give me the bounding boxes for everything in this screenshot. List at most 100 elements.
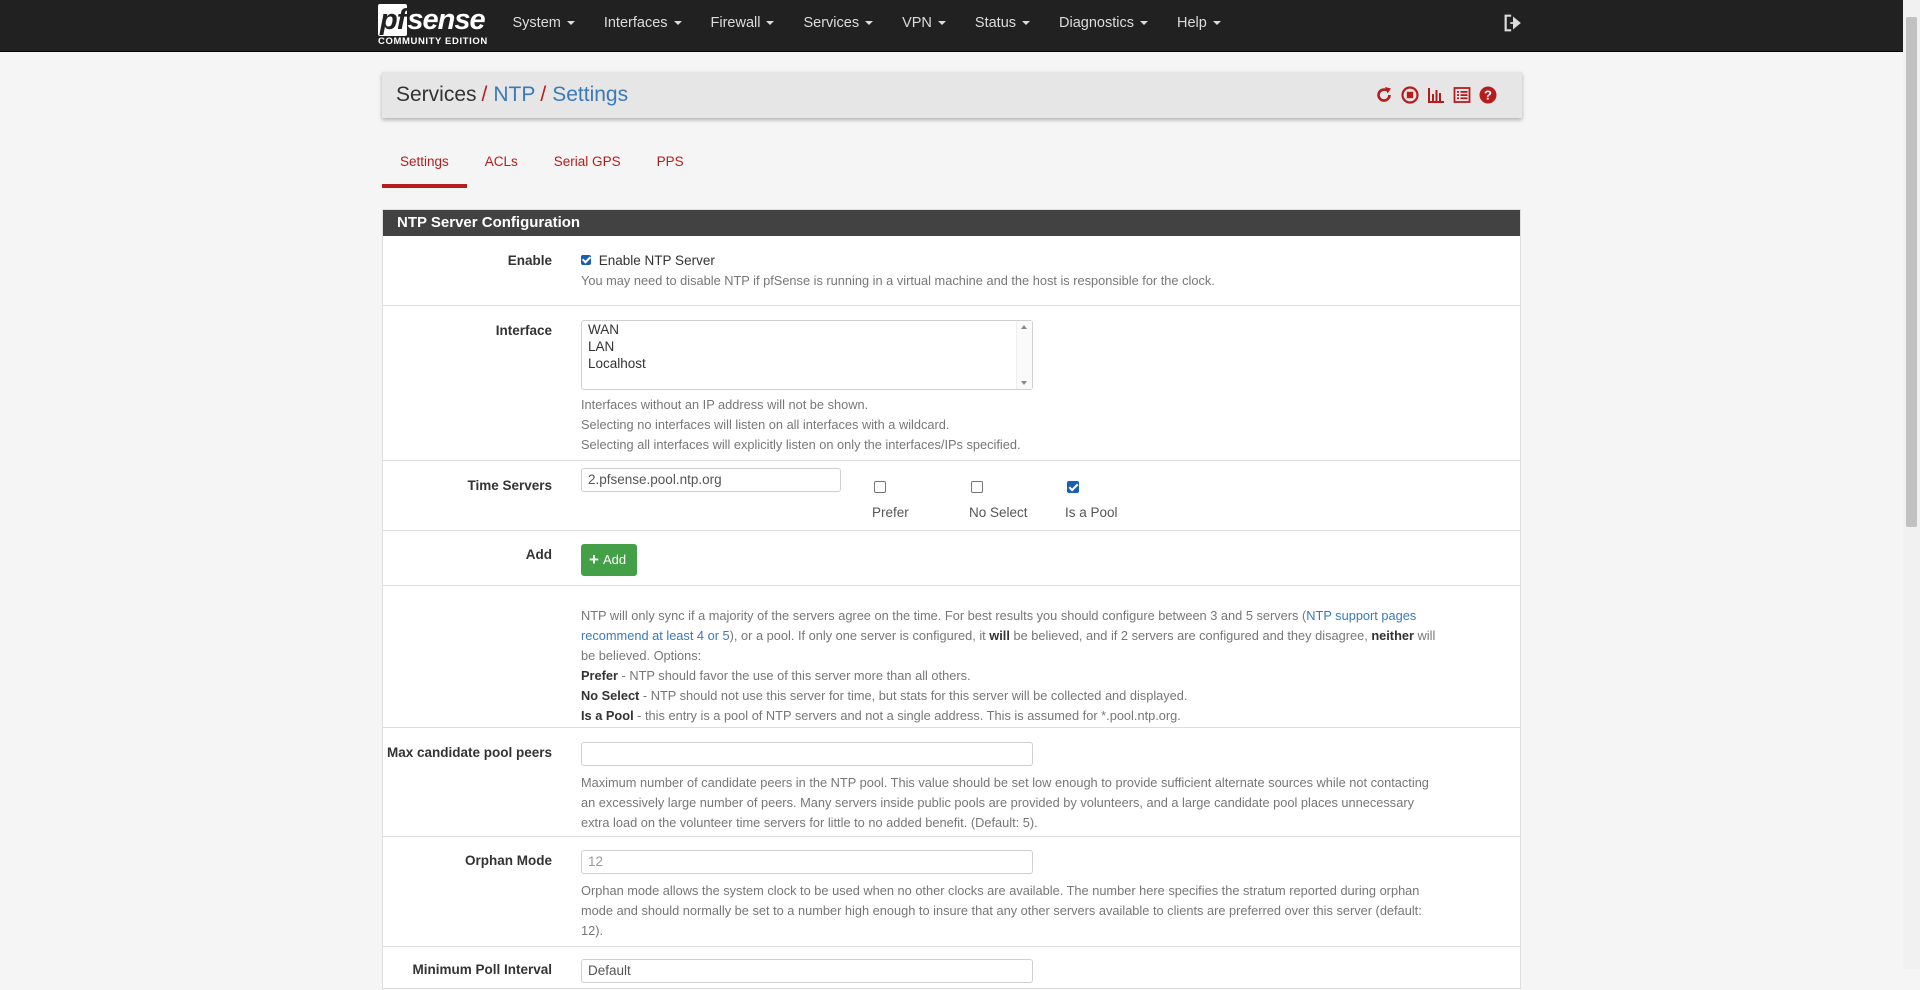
breadcrumb-ntp-link[interactable]: NTP xyxy=(493,83,535,106)
help-text: - this entry is a pool of NTP servers an… xyxy=(633,708,1181,723)
help-line: an excessively large number of peers. Ma… xyxy=(581,795,1414,810)
caret-down-icon xyxy=(1212,21,1221,26)
time-servers-row: Time Servers 2.pfsense.pool.ntp.org Pref… xyxy=(383,460,1520,530)
help-text: - NTP should not use this server for tim… xyxy=(639,688,1188,703)
help-bold: No Select xyxy=(581,688,640,703)
time-server-input[interactable]: 2.pfsense.pool.ntp.org xyxy=(581,468,841,492)
max-peers-label: Max candidate pool peers xyxy=(386,745,552,760)
orphan-mode-help: Orphan mode allows the system clock to b… xyxy=(581,881,1516,941)
orphan-mode-row: Orphan Mode 12 Orphan mode allows the sy… xyxy=(383,836,1520,946)
help-text: - NTP should favor the use of this serve… xyxy=(618,668,971,683)
tab-pps[interactable]: PPS xyxy=(639,146,702,188)
scroll-down-icon[interactable] xyxy=(1021,381,1027,385)
menu-vpn[interactable]: VPN xyxy=(888,0,961,46)
max-peers-help: Maximum number of candidate peers in the… xyxy=(581,773,1516,833)
ntp-config-panel: NTP Server Configuration Enable Enable N… xyxy=(382,209,1521,989)
top-navbar: pfsense COMMUNITY EDITION System Interfa… xyxy=(0,0,1920,52)
restart-service-icon[interactable] xyxy=(1374,85,1394,105)
breadcrumb-settings-link[interactable]: Settings xyxy=(552,83,628,106)
interface-option-lan[interactable]: LAN xyxy=(582,338,1032,355)
prefer-checkbox[interactable] xyxy=(874,481,886,494)
log-icon[interactable] xyxy=(1452,85,1472,105)
help-line: 12). xyxy=(581,923,604,938)
help-icon[interactable]: ? xyxy=(1478,85,1498,105)
menu-system[interactable]: System xyxy=(498,0,589,46)
scroll-up-icon[interactable] xyxy=(1021,325,1027,329)
add-server-button[interactable]: + Add xyxy=(581,544,637,576)
help-bold: neither xyxy=(1371,628,1414,643)
help-text: NTP will only sync if a majority of the … xyxy=(581,608,1307,623)
help-line: recommend at least 4 or 5), or a pool. I… xyxy=(581,626,1511,646)
menu-label: Status xyxy=(974,15,1017,31)
header-action-icons: ? xyxy=(1374,85,1498,105)
interface-help-line: Selecting no interfaces will listen on a… xyxy=(581,417,950,432)
interface-listbox[interactable]: WAN LAN Localhost xyxy=(581,320,1033,390)
noselect-checkbox[interactable] xyxy=(971,481,983,494)
stop-service-icon[interactable] xyxy=(1400,85,1420,105)
menu-status[interactable]: Status xyxy=(960,0,1044,46)
tab-serial-gps[interactable]: Serial GPS xyxy=(536,146,639,188)
plus-icon: + xyxy=(589,550,599,569)
caret-down-icon xyxy=(673,21,682,26)
ntp-support-link-cont[interactable]: recommend at least 4 or 5 xyxy=(581,628,730,643)
menu-label: Services xyxy=(803,15,860,31)
menu-help[interactable]: Help xyxy=(1162,0,1235,46)
help-line: Prefer - NTP should favor the use of thi… xyxy=(581,666,1511,686)
enable-ntp-checkbox-label: Enable NTP Server xyxy=(598,252,715,268)
enable-label: Enable xyxy=(507,253,552,268)
is-a-pool-checkbox[interactable] xyxy=(1067,481,1079,494)
interface-row: Interface WAN LAN Localhost Interfaces w… xyxy=(383,305,1520,460)
min-poll-select[interactable]: Default xyxy=(581,959,1033,983)
add-button-label: Add xyxy=(602,552,627,567)
panel-title: NTP Server Configuration xyxy=(383,210,1520,236)
graph-icon[interactable] xyxy=(1426,85,1446,105)
add-row: Add + Add xyxy=(383,530,1520,585)
pool-option: Is a Pool xyxy=(1065,479,1118,520)
listbox-scrollbar[interactable] xyxy=(1016,321,1032,389)
prefer-option: Prefer xyxy=(872,479,909,520)
help-line: Is a Pool - this entry is a pool of NTP … xyxy=(581,706,1511,726)
noselect-label: No Select xyxy=(969,505,1028,520)
interface-help: Interfaces without an IP address will no… xyxy=(581,395,1021,455)
enable-row: Enable Enable NTP Server You may need to… xyxy=(383,236,1520,305)
scrollbar-thumb[interactable] xyxy=(1906,17,1917,527)
caret-down-icon xyxy=(865,21,874,26)
help-line: mode and should normally be set to a num… xyxy=(581,903,1422,918)
ntp-support-link[interactable]: NTP support pages xyxy=(1306,608,1416,623)
caret-down-icon xyxy=(566,21,575,26)
orphan-mode-input[interactable]: 12 xyxy=(581,850,1033,874)
menu-firewall[interactable]: Firewall xyxy=(696,0,789,46)
menu-interfaces[interactable]: Interfaces xyxy=(589,0,696,46)
logo-wordmark: pfsense xyxy=(378,4,486,36)
pool-label: Is a Pool xyxy=(1065,505,1118,520)
enable-ntp-checkbox[interactable] xyxy=(581,255,591,266)
tab-settings[interactable]: Settings xyxy=(382,146,467,188)
caret-down-icon xyxy=(766,21,775,26)
breadcrumb: Services / NTP / Settings xyxy=(396,72,628,118)
interface-option-wan[interactable]: WAN xyxy=(582,321,1032,338)
breadcrumb-separator: / xyxy=(481,83,488,106)
tab-acls[interactable]: ACLs xyxy=(467,146,536,188)
interface-option-localhost[interactable]: Localhost xyxy=(582,355,1032,372)
help-bold: Is a Pool xyxy=(581,708,634,723)
help-text: ), or a pool. If only one server is conf… xyxy=(729,628,990,643)
interface-help-line: Selecting all interfaces will explicitly… xyxy=(581,437,1021,452)
menu-diagnostics[interactable]: Diagnostics xyxy=(1045,0,1163,46)
page-scrollbar[interactable] xyxy=(1903,0,1920,969)
logout-icon[interactable] xyxy=(1502,12,1524,34)
logo-edition: COMMUNITY EDITION xyxy=(378,36,488,47)
interface-help-line: Interfaces without an IP address will no… xyxy=(581,397,869,412)
help-bold: Prefer xyxy=(581,668,618,683)
pfsense-logo[interactable]: pfsense COMMUNITY EDITION xyxy=(378,4,487,48)
menu-label: System xyxy=(512,15,561,31)
interface-label: Interface xyxy=(495,323,552,338)
enable-help: You may need to disable NTP if pfSense i… xyxy=(581,273,1215,288)
logo-sense: sense xyxy=(407,4,485,36)
svg-text:?: ? xyxy=(1484,88,1492,103)
help-line: Orphan mode allows the system clock to b… xyxy=(581,883,1420,898)
help-line: No Select - NTP should not use this serv… xyxy=(581,686,1511,706)
menu-services[interactable]: Services xyxy=(789,0,888,46)
max-peers-input[interactable] xyxy=(581,742,1033,766)
prefer-label: Prefer xyxy=(872,505,909,520)
menu-label: Diagnostics xyxy=(1059,15,1134,31)
